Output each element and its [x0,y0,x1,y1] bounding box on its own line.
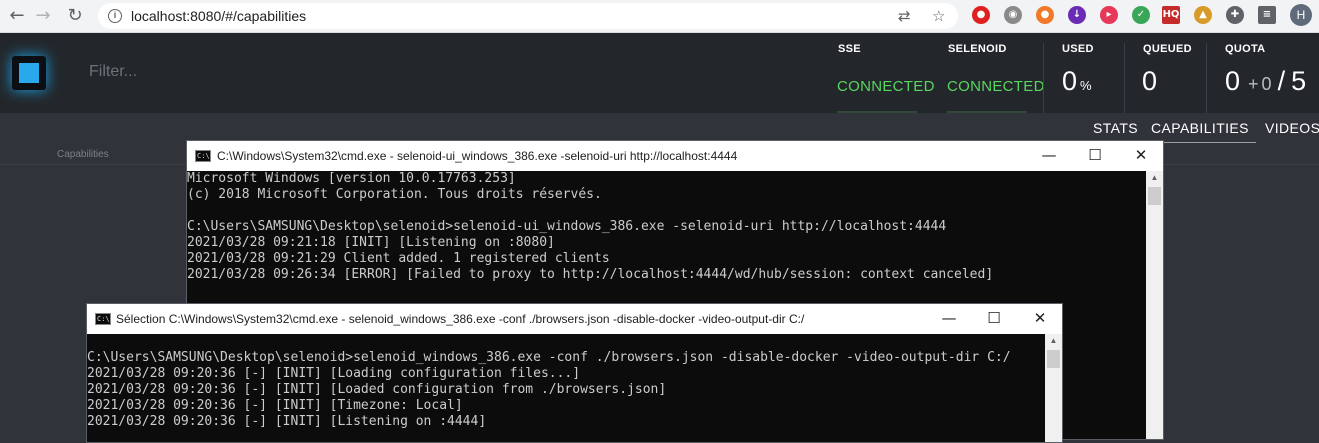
translate-icon[interactable]: ⇄ [898,7,911,25]
console-line: 2021/03/28 09:26:34 [ERROR] [Failed to p… [187,267,994,282]
selenoid-status: CONNECTED [947,78,1045,95]
console-line: (c) 2018 Microsoft Corporation. Tous dro… [187,187,602,202]
info-icon[interactable]: i [108,9,122,23]
extension-download-icon[interactable]: ↓ [1068,6,1086,24]
window-titlebar[interactable]: C:\ C:\Windows\System32\cmd.exe - seleno… [187,141,1163,171]
console-line: C:\Users\SAMSUNG\Desktop\selenoid>seleno… [87,350,1011,365]
used-label: USED [1062,43,1094,55]
active-tab-indicator [1150,142,1256,143]
extension-yellow-icon[interactable]: ▲ [1194,6,1212,24]
selenoid-label: SELENOID [948,43,1007,55]
used-value: 0% [1062,66,1092,96]
extensions-puzzle-icon[interactable]: ✚ [1226,6,1244,24]
cmd-icon: C:\ [195,150,211,162]
close-button[interactable]: ✕ [1030,308,1050,328]
url-text[interactable]: localhost:8080/#/capabilities [131,8,306,24]
sse-label: SSE [838,43,861,55]
window-title: Sélection C:\Windows\System32\cmd.exe - … [116,312,805,326]
queued-value: 0 [1142,66,1158,96]
extension-green-icon[interactable]: ✓ [1132,6,1150,24]
address-bar[interactable]: i localhost:8080/#/capabilities ⇄ ☆ [98,3,958,29]
sse-status: CONNECTED [837,78,935,95]
maximize-button[interactable]: ☐ [984,308,1004,328]
tab-videos[interactable]: VIDEOS [1265,120,1319,136]
console-output[interactable]: Microsoft Windows [version 10.0.17763.25… [187,171,993,283]
console-line: 2021/03/28 09:21:18 [INIT] [Listening on… [187,235,555,250]
scrollbar[interactable]: ▲ [1146,171,1163,439]
minimize-button[interactable]: — [939,308,959,328]
console-window-selenoid[interactable]: C:\ Sélection C:\Windows\System32\cmd.ex… [86,303,1063,443]
console-line: 2021/03/28 09:20:36 [-] [INIT] [Loading … [87,366,581,381]
extension-adblock-icon[interactable]: ● [972,6,990,24]
scroll-up-icon[interactable]: ▲ [1045,334,1062,348]
divider [1124,43,1125,113]
back-icon[interactable]: ← [6,5,28,27]
selenoid-logo[interactable] [12,56,46,90]
extension-camera-icon[interactable]: ◉ [1004,6,1022,24]
scroll-thumb[interactable] [1148,187,1161,205]
reload-icon[interactable]: ↻ [64,5,86,27]
bookmark-star-icon[interactable]: ☆ [932,7,945,25]
extension-orange-icon[interactable]: ● [1036,6,1054,24]
tab-capabilities[interactable]: CAPABILITIES [1151,120,1249,136]
console-output[interactable]: C:\Users\SAMSUNG\Desktop\selenoid>seleno… [87,334,1011,430]
quota-value: 0 +0/5 [1225,66,1307,96]
console-line: Microsoft Windows [version 10.0.17763.25… [187,171,516,186]
console-line: 2021/03/28 09:21:29 Client added. 1 regi… [187,251,610,266]
forward-icon[interactable]: → [32,5,54,27]
divider [1206,43,1207,113]
window-titlebar[interactable]: C:\ Sélection C:\Windows\System32\cmd.ex… [87,304,1062,334]
scroll-up-icon[interactable]: ▲ [1146,171,1163,185]
tab-stats[interactable]: STATS [1093,120,1138,136]
console-line: 2021/03/28 09:20:36 [-] [INIT] [Timezone… [87,398,463,413]
reading-list-icon[interactable]: ≡ [1258,6,1276,24]
minimize-button[interactable]: — [1039,145,1059,165]
filter-input[interactable]: Filter... [89,63,137,81]
extension-hq-icon[interactable]: HQ [1162,6,1180,24]
capabilities-section-label: Capabilities [57,149,109,160]
scrollbar[interactable]: ▲ [1045,334,1062,442]
quota-label: QUOTA [1225,43,1266,55]
console-line: 2021/03/28 09:20:36 [-] [INIT] [Loaded c… [87,382,667,397]
window-title: C:\Windows\System32\cmd.exe - selenoid-u… [217,149,738,163]
browser-toolbar: ← → ↻ i localhost:8080/#/capabilities ⇄ … [0,0,1319,33]
close-button[interactable]: ✕ [1131,145,1151,165]
console-line: 2021/03/28 09:20:36 [-] [INIT] [Listenin… [87,414,487,429]
maximize-button[interactable]: ☐ [1085,145,1105,165]
scroll-thumb[interactable] [1047,350,1060,368]
cmd-icon: C:\ [95,313,111,325]
console-line: C:\Users\SAMSUNG\Desktop\selenoid>seleno… [187,219,947,234]
queued-label: QUEUED [1143,43,1192,55]
divider [1043,43,1044,113]
extension-play-icon[interactable]: ▸ [1100,6,1118,24]
selenoid-header: Filter... SSE CONNECTED SELENOID CONNECT… [0,33,1319,113]
avatar[interactable]: H [1290,4,1312,26]
